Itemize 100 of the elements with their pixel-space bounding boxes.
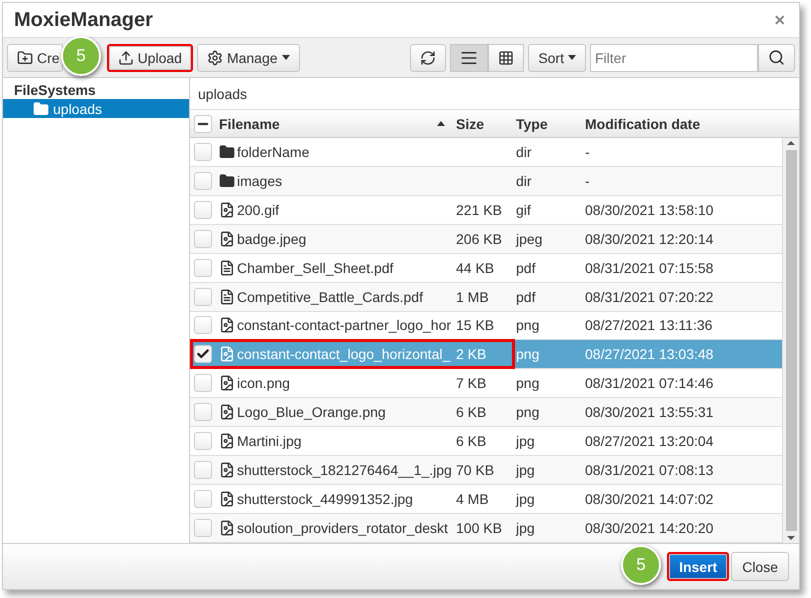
sidebar-title: FileSystems — [13, 82, 97, 99]
filter-field[interactable]: Filter — [590, 44, 758, 72]
select-all-checkbox[interactable] — [194, 114, 212, 132]
file-row[interactable]: Logo_Blue_Orange.png 6 KB png 08/30/2021 13:55:31 — [190, 398, 782, 428]
image-file-icon — [219, 317, 235, 334]
row-checkbox[interactable] — [194, 230, 212, 248]
size-cell-text: 15 KB — [455, 317, 496, 334]
date-cell-text: 08/31/2021 07:15:58 — [584, 260, 714, 276]
pdf-file-icon — [219, 260, 235, 276]
insert-button[interactable]: Insert — [667, 552, 730, 581]
gear-icon — [206, 50, 223, 66]
date-cell-text: 08/27/2021 13:03:48 — [584, 346, 714, 362]
close-dialog-button[interactable]: Close — [731, 552, 789, 581]
grid-view-button[interactable] — [488, 44, 524, 72]
row-checkbox[interactable] — [194, 374, 212, 392]
row-checkbox[interactable] — [194, 432, 212, 450]
date-cell-text: 08/30/2021 13:55:31 — [584, 404, 714, 420]
file-row[interactable]: badge.jpeg 206 KB jpeg 08/30/2021 12:20:14 — [190, 224, 782, 254]
size-cell-text: 206 KB — [455, 230, 503, 247]
date-cell-text: 08/30/2021 13:58:10 — [584, 202, 714, 218]
folder-icon — [219, 172, 235, 189]
type-cell-text: jpg — [514, 462, 536, 478]
file-row[interactable]: constant-contact-partner_logo_hor 15 KB png 08/27/2021 13:11:36 — [190, 312, 782, 340]
folder-icon — [33, 100, 49, 116]
image-file-icon — [219, 433, 235, 450]
date-cell-text: - — [584, 172, 591, 189]
column-header[interactable]: Type — [513, 116, 582, 132]
date-cell-text: 08/31/2021 07:20:22 — [584, 288, 714, 305]
search-icon — [768, 49, 785, 66]
caret-icon — [568, 55, 576, 60]
column-header[interactable]: Size — [453, 116, 513, 132]
file-row[interactable]: soloution_providers_rotator_deskt 100 KB jpg 08/30/2021 14:20:20 — [190, 514, 782, 543]
scroll-up-icon[interactable] — [787, 138, 795, 148]
type-cell-text: pdf — [515, 260, 536, 276]
filename-cell: constant-contact-partner_logo_hor — [216, 317, 453, 334]
type-cell-text: gif — [515, 202, 532, 218]
image-file-icon — [219, 375, 235, 392]
window-title: MoxieManager — [14, 8, 153, 32]
row-checkbox[interactable] — [194, 288, 212, 306]
filename-cell: constant-contact_logo_horizontal_ — [216, 346, 453, 362]
sidebar-item[interactable]: uploads — [3, 99, 189, 118]
column-header[interactable]: Filename — [216, 116, 453, 132]
row-checkbox[interactable] — [194, 518, 212, 537]
filename-cell: Martini.jpg — [216, 433, 453, 450]
refresh-icon — [420, 50, 436, 66]
step-badge: 5 — [621, 545, 661, 585]
filename-cell: badge.jpeg — [216, 230, 453, 247]
sort-button[interactable]: Sort — [528, 44, 586, 72]
row-checkbox[interactable] — [194, 258, 212, 277]
date-cell-text: 08/30/2021 14:07:02 — [584, 491, 714, 508]
row-checkbox[interactable] — [194, 345, 212, 364]
current-path: uploads — [198, 86, 248, 102]
filename-cell: shutterstock_1821276464__1_.jpg — [216, 462, 453, 478]
type-cell-text: jpg — [514, 433, 536, 450]
size-cell-text: 221 KB — [455, 202, 503, 218]
file-row[interactable]: images dir - — [190, 166, 782, 196]
column-header[interactable]: Modification date — [582, 116, 782, 132]
row-checkbox[interactable] — [194, 461, 212, 480]
size-cell-text: 44 KB — [455, 260, 496, 276]
step-badge: 5 — [61, 36, 101, 76]
type-cell-text: dir — [515, 144, 533, 160]
type-cell-text: png — [515, 404, 540, 420]
date-cell-text: 08/27/2021 13:20:04 — [584, 433, 714, 450]
row-checkbox[interactable] — [194, 403, 212, 422]
filename-cell: Chamber_Sell_Sheet.pdf — [216, 260, 453, 276]
type-cell-text: png — [515, 346, 540, 362]
scrollbar[interactable] — [782, 138, 799, 543]
size-cell-text: 7 KB — [455, 375, 488, 392]
image-file-icon — [219, 462, 235, 478]
row-checkbox[interactable] — [194, 172, 212, 190]
row-checkbox[interactable] — [194, 142, 212, 161]
scroll-down-icon[interactable] — [787, 533, 795, 543]
date-cell-text: 08/30/2021 14:20:20 — [584, 520, 714, 536]
filename-cell: folderName — [216, 144, 453, 160]
upload-button[interactable]: Upload — [106, 44, 193, 72]
size-cell-text: 6 KB — [455, 404, 488, 420]
row-checkbox[interactable] — [194, 200, 212, 219]
date-cell-text: 08/30/2021 12:20:14 — [584, 230, 714, 247]
folder-plus-icon — [17, 50, 33, 66]
size-cell-text: 1 MB — [455, 288, 490, 305]
date-cell-text: 08/27/2021 13:11:36 — [584, 317, 714, 334]
list-view-button[interactable] — [450, 44, 488, 72]
file-row[interactable]: shutterstock_1821276464__1_.jpg 70 KB jpg 08/31/2021 07:08:13 — [190, 456, 782, 486]
image-file-icon — [219, 230, 235, 247]
row-checkbox[interactable] — [194, 490, 212, 508]
image-file-icon — [219, 202, 235, 218]
file-row[interactable]: Chamber_Sell_Sheet.pdf 44 KB pdf 08/31/2021 07:15:58 — [190, 254, 782, 283]
create-button[interactable]: Cre — [7, 44, 63, 72]
file-row[interactable]: Competitive_Battle_Cards.pdf 1 MB pdf 08/31/2021 07:20:22 — [190, 282, 782, 312]
search-button[interactable] — [758, 44, 795, 72]
filename-cell: Logo_Blue_Orange.png — [216, 404, 453, 420]
date-cell-text: 08/31/2021 07:14:46 — [584, 375, 714, 392]
type-cell-text: png — [515, 317, 540, 334]
row-checkbox[interactable] — [194, 316, 212, 334]
manage-button[interactable]: Manage — [196, 44, 300, 72]
pdf-file-icon — [219, 288, 235, 305]
folder-icon — [219, 144, 235, 160]
close-button[interactable]: × — [774, 10, 785, 30]
filename-cell: images — [216, 172, 453, 189]
refresh-button[interactable] — [410, 44, 446, 72]
